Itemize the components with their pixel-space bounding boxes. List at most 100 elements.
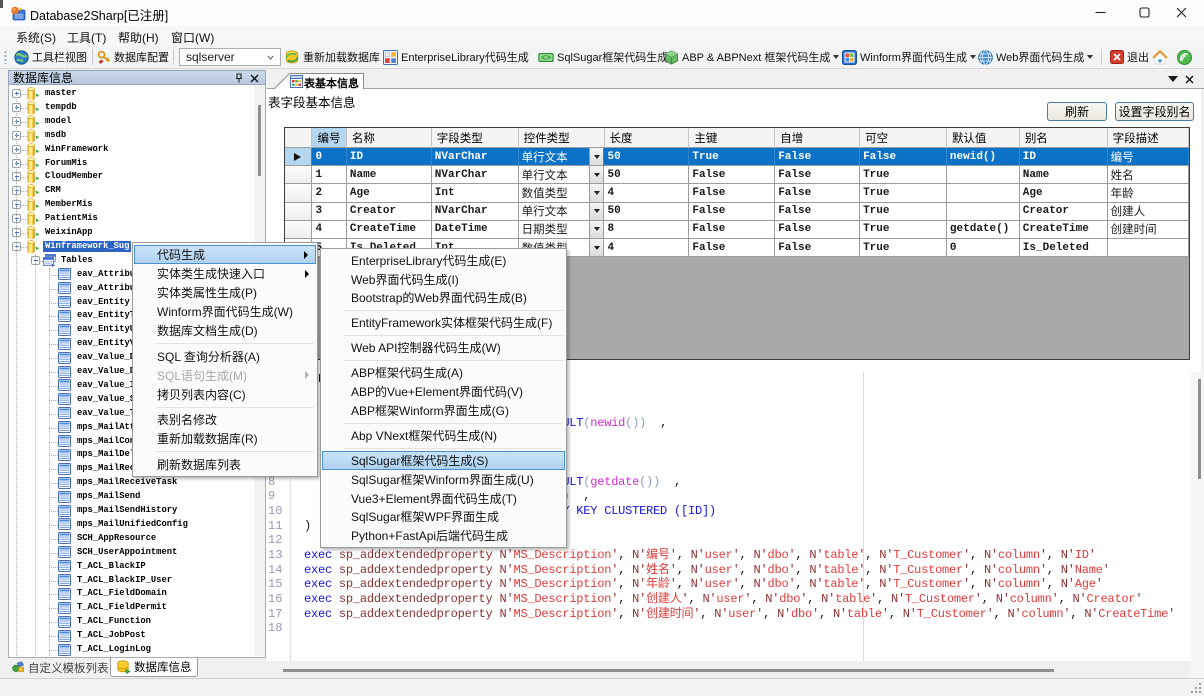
grid-cell[interactable]: False bbox=[775, 166, 860, 184]
menubar-item-2[interactable]: 帮助(H) bbox=[118, 29, 159, 46]
toolbar-item-home-icon[interactable] bbox=[1152, 46, 1171, 68]
grid-cell[interactable]: 4 bbox=[604, 239, 689, 257]
grid-cell[interactable]: newid() bbox=[947, 148, 1020, 166]
grid-cell[interactable] bbox=[947, 166, 1020, 184]
submenu-item-SqlSugar框架代码生成(S)[interactable]: SqlSugar框架代码生成(S) bbox=[322, 451, 565, 470]
grid-cell[interactable]: 4 bbox=[312, 221, 346, 239]
dropdown-arrow-icon[interactable] bbox=[970, 55, 976, 59]
refresh-button[interactable]: 刷新 bbox=[1047, 102, 1107, 121]
combo-dropdown-button[interactable] bbox=[589, 239, 603, 256]
grid-row-4[interactable]: 4CreateTimeDateTime日期类型8FalseFalseTruege… bbox=[285, 221, 1189, 239]
resize-grip[interactable] bbox=[1190, 682, 1202, 694]
grid-cell[interactable]: Age bbox=[347, 184, 432, 202]
grid-cell[interactable]: True bbox=[860, 221, 947, 239]
grid-cell[interactable]: True bbox=[860, 166, 947, 184]
submenu-item-Python+FastApi后端代码生成[interactable]: Python+FastApi后端代码生成 bbox=[322, 526, 565, 545]
grid-cell[interactable]: 50 bbox=[604, 148, 689, 166]
grid-row-3[interactable]: 3CreatorNVarChar单行文本50FalseFalseTrueCrea… bbox=[285, 203, 1189, 221]
tree-node-T_ACL_BlackIP[interactable]: T_ACL_BlackIP bbox=[9, 560, 265, 574]
tree-node-PatientMis[interactable]: PatientMis bbox=[9, 212, 265, 226]
grid-cell[interactable]: Creator bbox=[1020, 203, 1108, 221]
tree-node-mps_MailUnifiedConfig[interactable]: mps_MailUnifiedConfig bbox=[9, 518, 265, 532]
pane-dropdown-icon[interactable] bbox=[1168, 75, 1178, 83]
row-header[interactable] bbox=[285, 203, 312, 221]
grid-cell[interactable]: 编号 bbox=[1108, 148, 1189, 166]
tree-node-tempdb[interactable]: tempdb bbox=[9, 101, 265, 115]
grid-cell[interactable]: 0 bbox=[312, 148, 346, 166]
grid-column-header-主键[interactable]: 主键 bbox=[689, 128, 775, 148]
toolbar-item-Web界面代码生成[interactable]: Web界面代码生成 bbox=[978, 46, 1093, 68]
dock-close-icon[interactable] bbox=[250, 74, 259, 83]
grid-cell[interactable]: Creator bbox=[347, 203, 432, 221]
submenu-item-Abp VNext框架代码生成(N)[interactable]: Abp VNext框架代码生成(N) bbox=[322, 426, 565, 445]
grid-cell[interactable]: 50 bbox=[604, 203, 689, 221]
pin-icon[interactable] bbox=[234, 73, 244, 84]
grid-row-0[interactable]: 0IDNVarChar单行文本50TrueFalseFalsenewid()ID… bbox=[285, 148, 1189, 166]
grid-cell[interactable]: ID bbox=[1020, 148, 1108, 166]
toolbar-item-退出[interactable]: 退出 bbox=[1110, 46, 1149, 68]
minimize-button[interactable] bbox=[1079, 0, 1123, 26]
grid-cell[interactable]: False bbox=[775, 239, 860, 257]
grid-cell[interactable]: NVarChar bbox=[432, 166, 519, 184]
grid-cell[interactable]: 日期类型 bbox=[519, 221, 605, 239]
tree-node-T_ACL_LoginLog[interactable]: T_ACL_LoginLog bbox=[9, 643, 265, 657]
grid-cell[interactable]: CreateTime bbox=[1020, 221, 1108, 239]
tab-table-basic-info[interactable]: 表基本信息 bbox=[273, 73, 363, 89]
grid-cell[interactable]: 单行文本 bbox=[519, 203, 605, 221]
tree-node-SCH_UserAppointment[interactable]: SCH_UserAppointment bbox=[9, 546, 265, 560]
grid-cell[interactable]: Is_Deleted bbox=[1020, 239, 1108, 257]
grid-cell[interactable]: False bbox=[689, 221, 775, 239]
dropdown-arrow-icon[interactable] bbox=[833, 55, 839, 59]
context-menu-item-重新加载数据库(R)[interactable]: 重新加载数据库(R) bbox=[134, 429, 316, 448]
row-header[interactable] bbox=[285, 184, 312, 202]
menubar-item-3[interactable]: 窗口(W) bbox=[171, 29, 214, 46]
toolbar-item-工具栏视图[interactable]: 工具栏视图 bbox=[14, 46, 87, 68]
pane-close-icon[interactable] bbox=[1185, 75, 1194, 84]
grid-cell[interactable]: True bbox=[860, 239, 947, 257]
grid-cell[interactable]: True bbox=[689, 148, 775, 166]
grid-cell[interactable]: False bbox=[775, 148, 860, 166]
tree-node-mps_MailSendHistory[interactable]: mps_MailSendHistory bbox=[9, 504, 265, 518]
grid-cell[interactable]: 姓名 bbox=[1108, 166, 1189, 184]
grid-row-1[interactable]: 1NameNVarChar单行文本50FalseFalseTrueName姓名 bbox=[285, 166, 1189, 184]
grid-cell[interactable]: 创建人 bbox=[1108, 203, 1189, 221]
grid-column-header-自增[interactable]: 自增 bbox=[775, 128, 860, 148]
tab-database-info[interactable]: 数据库信息 bbox=[110, 658, 198, 677]
tree-node-ForumMis[interactable]: ForumMis bbox=[9, 157, 265, 171]
grid-cell[interactable]: 3 bbox=[312, 203, 346, 221]
context-menu-item-刷新数据库列表[interactable]: 刷新数据库列表 bbox=[134, 455, 316, 474]
grid-cell[interactable]: 8 bbox=[604, 221, 689, 239]
context-menu-item-拷贝列表内容(C)[interactable]: 拷贝列表内容(C) bbox=[134, 385, 316, 404]
grid-cell[interactable]: 1 bbox=[312, 166, 346, 184]
grid-cell[interactable]: 50 bbox=[604, 166, 689, 184]
grid-cell[interactable]: Name bbox=[1020, 166, 1108, 184]
grid-cell[interactable]: ID bbox=[347, 148, 432, 166]
grid-cell[interactable]: getdate() bbox=[947, 221, 1020, 239]
grid-column-header-名称[interactable]: 名称 bbox=[347, 128, 432, 148]
combo-dropdown-button[interactable] bbox=[589, 148, 603, 165]
grid-cell[interactable]: DateTime bbox=[432, 221, 519, 239]
tree-node-WinFramework[interactable]: WinFramework bbox=[9, 143, 265, 157]
menubar-item-1[interactable]: 工具(T) bbox=[67, 29, 106, 46]
close-button[interactable] bbox=[1160, 0, 1204, 26]
grid-cell[interactable]: NVarChar bbox=[432, 148, 519, 166]
row-header[interactable] bbox=[285, 148, 312, 166]
context-menu-item-实体类生成快速入口[interactable]: 实体类生成快速入口 bbox=[134, 264, 316, 283]
combo-dropdown-button[interactable] bbox=[589, 184, 603, 201]
grid-cell[interactable]: Int bbox=[432, 184, 519, 202]
grid-cell[interactable]: True bbox=[860, 184, 947, 202]
horizontal-scrollbar[interactable] bbox=[266, 661, 1191, 678]
grid-column-header-字段描述[interactable]: 字段描述 bbox=[1108, 128, 1189, 148]
grid-cell[interactable]: 单行文本 bbox=[519, 166, 605, 184]
grid-column-header-默认值[interactable]: 默认值 bbox=[947, 128, 1020, 148]
submenu-item-ABP框架Winform界面生成(G)[interactable]: ABP框架Winform界面生成(G) bbox=[322, 401, 565, 420]
tree-scrollbar-thumb[interactable] bbox=[258, 105, 261, 176]
submenu-item-ABP框架代码生成(A)[interactable]: ABP框架代码生成(A) bbox=[322, 364, 565, 383]
grid-cell[interactable]: False bbox=[689, 203, 775, 221]
submenu-item-ABP的Vue+Element界面代码(V)[interactable]: ABP的Vue+Element界面代码(V) bbox=[322, 382, 565, 401]
grid-cell[interactable]: False bbox=[775, 203, 860, 221]
row-header[interactable] bbox=[285, 221, 312, 239]
grid-cell[interactable] bbox=[947, 184, 1020, 202]
vertical-scrollbar[interactable] bbox=[1191, 372, 1204, 678]
tree-node-CRM[interactable]: CRM bbox=[9, 184, 265, 198]
